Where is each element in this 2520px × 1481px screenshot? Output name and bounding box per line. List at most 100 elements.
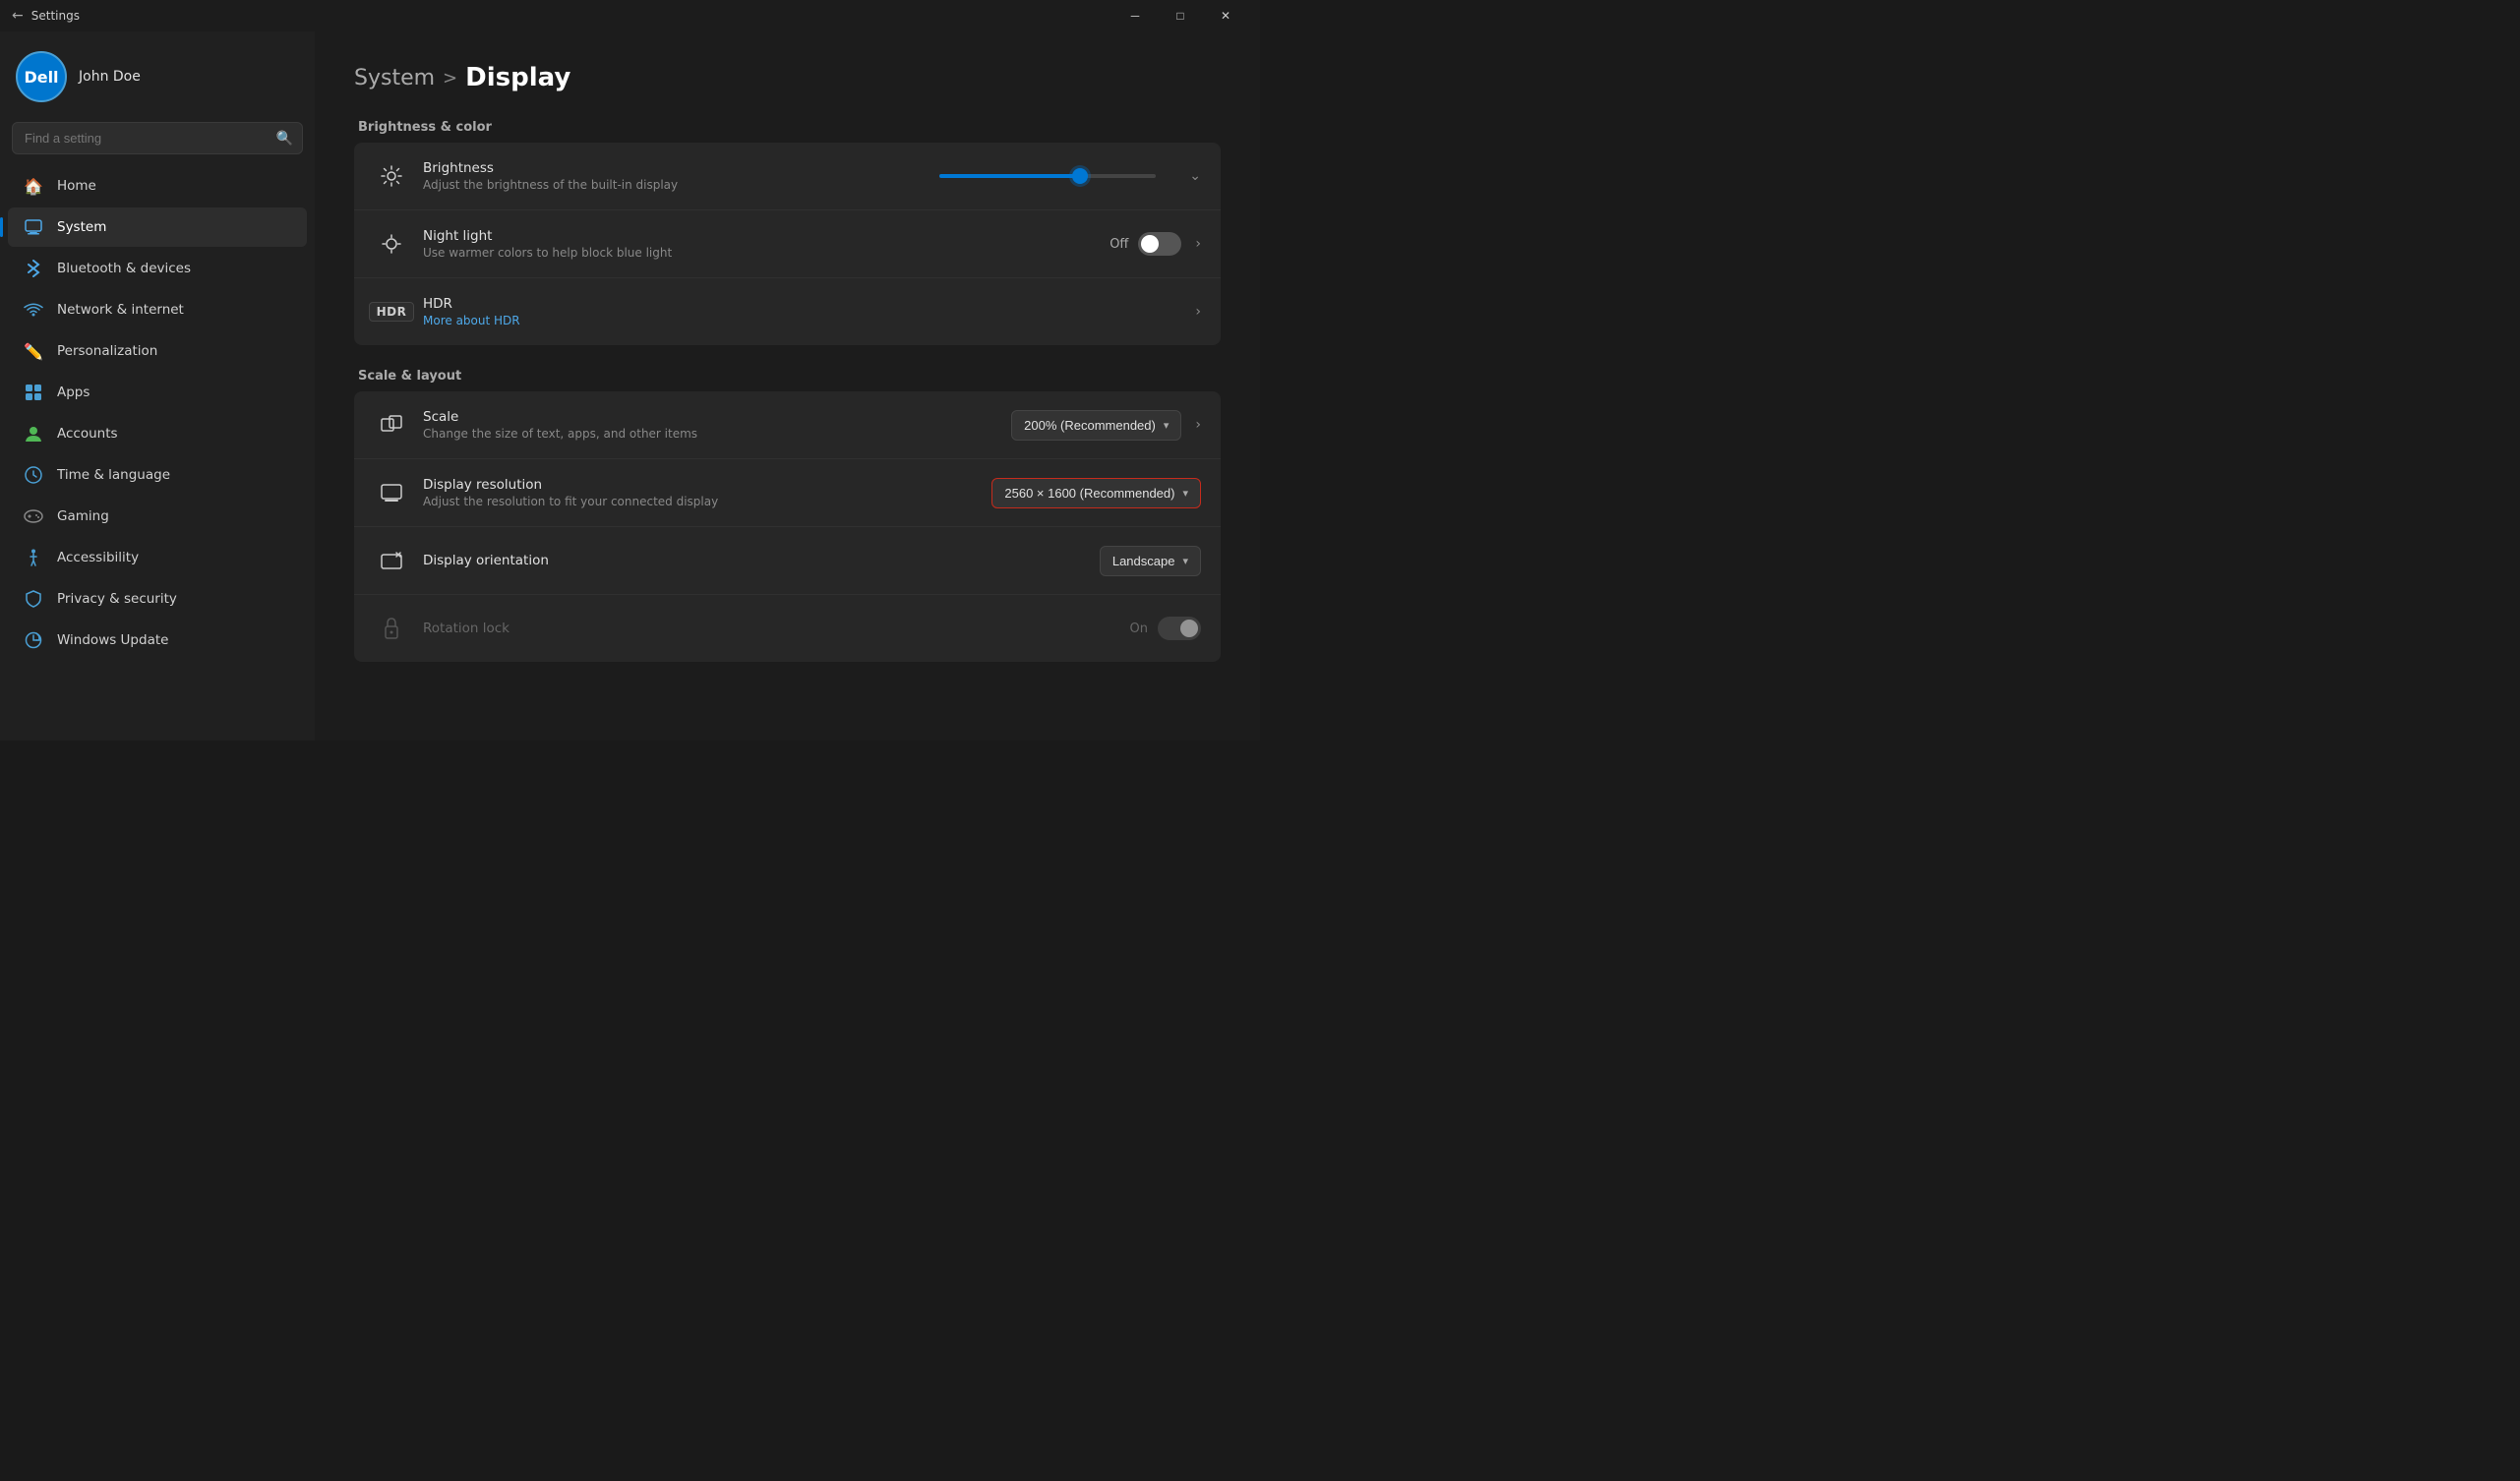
section-label-brightness: Brightness & color [354,120,1221,135]
rotation-lock-toggle-thumb [1180,620,1198,637]
close-button[interactable]: ✕ [1203,0,1248,31]
sidebar-item-system[interactable]: System [8,207,307,247]
resolution-dropdown-chevron: ▾ [1182,487,1188,500]
hdr-title: HDR [423,296,1191,312]
scale-icon [374,407,409,443]
brightness-color-section: Brightness & color [354,120,1221,345]
time-icon [24,465,43,485]
brightness-chevron-down: ⌄ [1189,168,1201,184]
sidebar-item-label: Bluetooth & devices [57,261,191,276]
scale-chevron-right: › [1195,417,1201,433]
sidebar-item-label: System [57,219,106,235]
night-light-text: Night light Use warmer colors to help bl… [423,228,1110,260]
sidebar-item-label: Gaming [57,508,109,524]
settings-window: ← Settings ─ □ ✕ Dell John Doe 🔍 [0,0,1260,740]
sidebar-item-home[interactable]: 🏠 Home [8,166,307,206]
breadcrumb-current: Display [465,63,570,92]
resolution-title: Display resolution [423,477,991,493]
night-light-title: Night light [423,228,1110,244]
hdr-row[interactable]: HDR HDR More about HDR › [354,278,1221,345]
rotation-lock-toggle[interactable] [1158,617,1201,640]
rotation-lock-control: On [1130,617,1201,640]
sidebar-item-gaming[interactable]: Gaming [8,497,307,536]
night-light-desc: Use warmer colors to help block blue lig… [423,246,1110,260]
brightness-text: Brightness Adjust the brightness of the … [423,160,939,192]
orientation-control: Landscape ▾ [1100,546,1201,576]
sidebar-item-accounts[interactable]: Accounts [8,414,307,453]
sidebar-nav: 🏠 Home System [0,166,315,662]
titlebar-left: ← Settings [12,8,80,24]
night-light-toggle[interactable] [1138,232,1181,256]
brightness-title: Brightness [423,160,939,176]
sidebar-item-label: Time & language [57,467,170,483]
sidebar-item-accessibility[interactable]: Accessibility [8,538,307,577]
resolution-icon [374,475,409,510]
scale-dropdown[interactable]: 200% (Recommended) ▾ [1011,410,1181,441]
display-resolution-row[interactable]: Display resolution Adjust the resolution… [354,459,1221,527]
rotation-lock-row[interactable]: Rotation lock On [354,595,1221,662]
apps-icon [24,383,43,402]
brightness-slider-track[interactable] [939,174,1156,178]
hdr-control: › [1191,304,1201,320]
scale-layout-section: Scale & layout Scale Change the size o [354,369,1221,662]
resolution-dropdown[interactable]: 2560 × 1600 (Recommended) ▾ [991,478,1201,508]
brightness-row[interactable]: Brightness Adjust the brightness of the … [354,143,1221,210]
update-icon [24,630,43,650]
breadcrumb-parent[interactable]: System [354,66,435,90]
content-area: Dell John Doe 🔍 🏠 Home [0,31,1260,740]
gaming-icon [24,506,43,526]
sidebar: Dell John Doe 🔍 🏠 Home [0,31,315,740]
resolution-desc: Adjust the resolution to fit your connec… [423,495,991,508]
night-light-toggle-label: Off [1110,237,1128,252]
titlebar: ← Settings ─ □ ✕ [0,0,1260,31]
sidebar-item-label: Home [57,178,96,194]
resolution-control: 2560 × 1600 (Recommended) ▾ [991,478,1201,508]
brightness-control: ⌄ [939,168,1201,184]
orientation-title: Display orientation [423,553,1100,568]
scale-dropdown-chevron: ▾ [1164,419,1170,432]
accounts-icon [24,424,43,444]
orientation-dropdown-chevron: ▾ [1182,555,1188,567]
orientation-dropdown[interactable]: Landscape ▾ [1100,546,1201,576]
night-light-toggle-thumb [1141,235,1159,253]
sidebar-item-update[interactable]: Windows Update [8,621,307,660]
search-icon: 🔍 [276,131,293,147]
minimize-button[interactable]: ─ [1112,0,1158,31]
privacy-icon [24,589,43,609]
orientation-text: Display orientation [423,553,1100,568]
brightness-color-card: Brightness Adjust the brightness of the … [354,143,1221,345]
rotation-lock-icon [374,611,409,646]
resolution-dropdown-value: 2560 × 1600 (Recommended) [1004,486,1174,501]
profile-section: Dell John Doe [0,31,315,118]
main-content: System > Display Brightness & color [315,31,1260,740]
sidebar-item-apps[interactable]: Apps [8,373,307,412]
sidebar-item-label: Accessibility [57,550,139,565]
titlebar-title: Settings [31,9,80,23]
back-icon[interactable]: ← [12,8,24,24]
scale-row[interactable]: Scale Change the size of text, apps, and… [354,391,1221,459]
orientation-row[interactable]: Display orientation Landscape ▾ [354,527,1221,595]
sidebar-item-privacy[interactable]: Privacy & security [8,579,307,619]
sidebar-item-label: Accounts [57,426,118,442]
sidebar-item-bluetooth[interactable]: Bluetooth & devices [8,249,307,288]
resolution-text: Display resolution Adjust the resolution… [423,477,991,508]
rotation-lock-title: Rotation lock [423,621,1130,636]
hdr-link[interactable]: More about HDR [423,314,520,327]
personalization-icon: ✏️ [24,341,43,361]
avatar: Dell [16,51,67,102]
sidebar-item-network[interactable]: Network & internet [8,290,307,329]
night-light-row[interactable]: Night light Use warmer colors to help bl… [354,210,1221,278]
search-input[interactable] [12,122,303,154]
scale-title: Scale [423,409,1011,425]
section-label-scale: Scale & layout [354,369,1221,384]
brightness-slider-fill [939,174,1080,178]
breadcrumb-separator: > [443,68,457,89]
sidebar-item-time[interactable]: Time & language [8,455,307,495]
orientation-dropdown-value: Landscape [1112,554,1175,568]
maximize-button[interactable]: □ [1158,0,1203,31]
orientation-icon [374,543,409,578]
brightness-icon [374,158,409,194]
night-light-chevron-right: › [1195,236,1201,252]
brightness-slider-thumb[interactable] [1072,168,1088,184]
sidebar-item-personalization[interactable]: ✏️ Personalization [8,331,307,371]
